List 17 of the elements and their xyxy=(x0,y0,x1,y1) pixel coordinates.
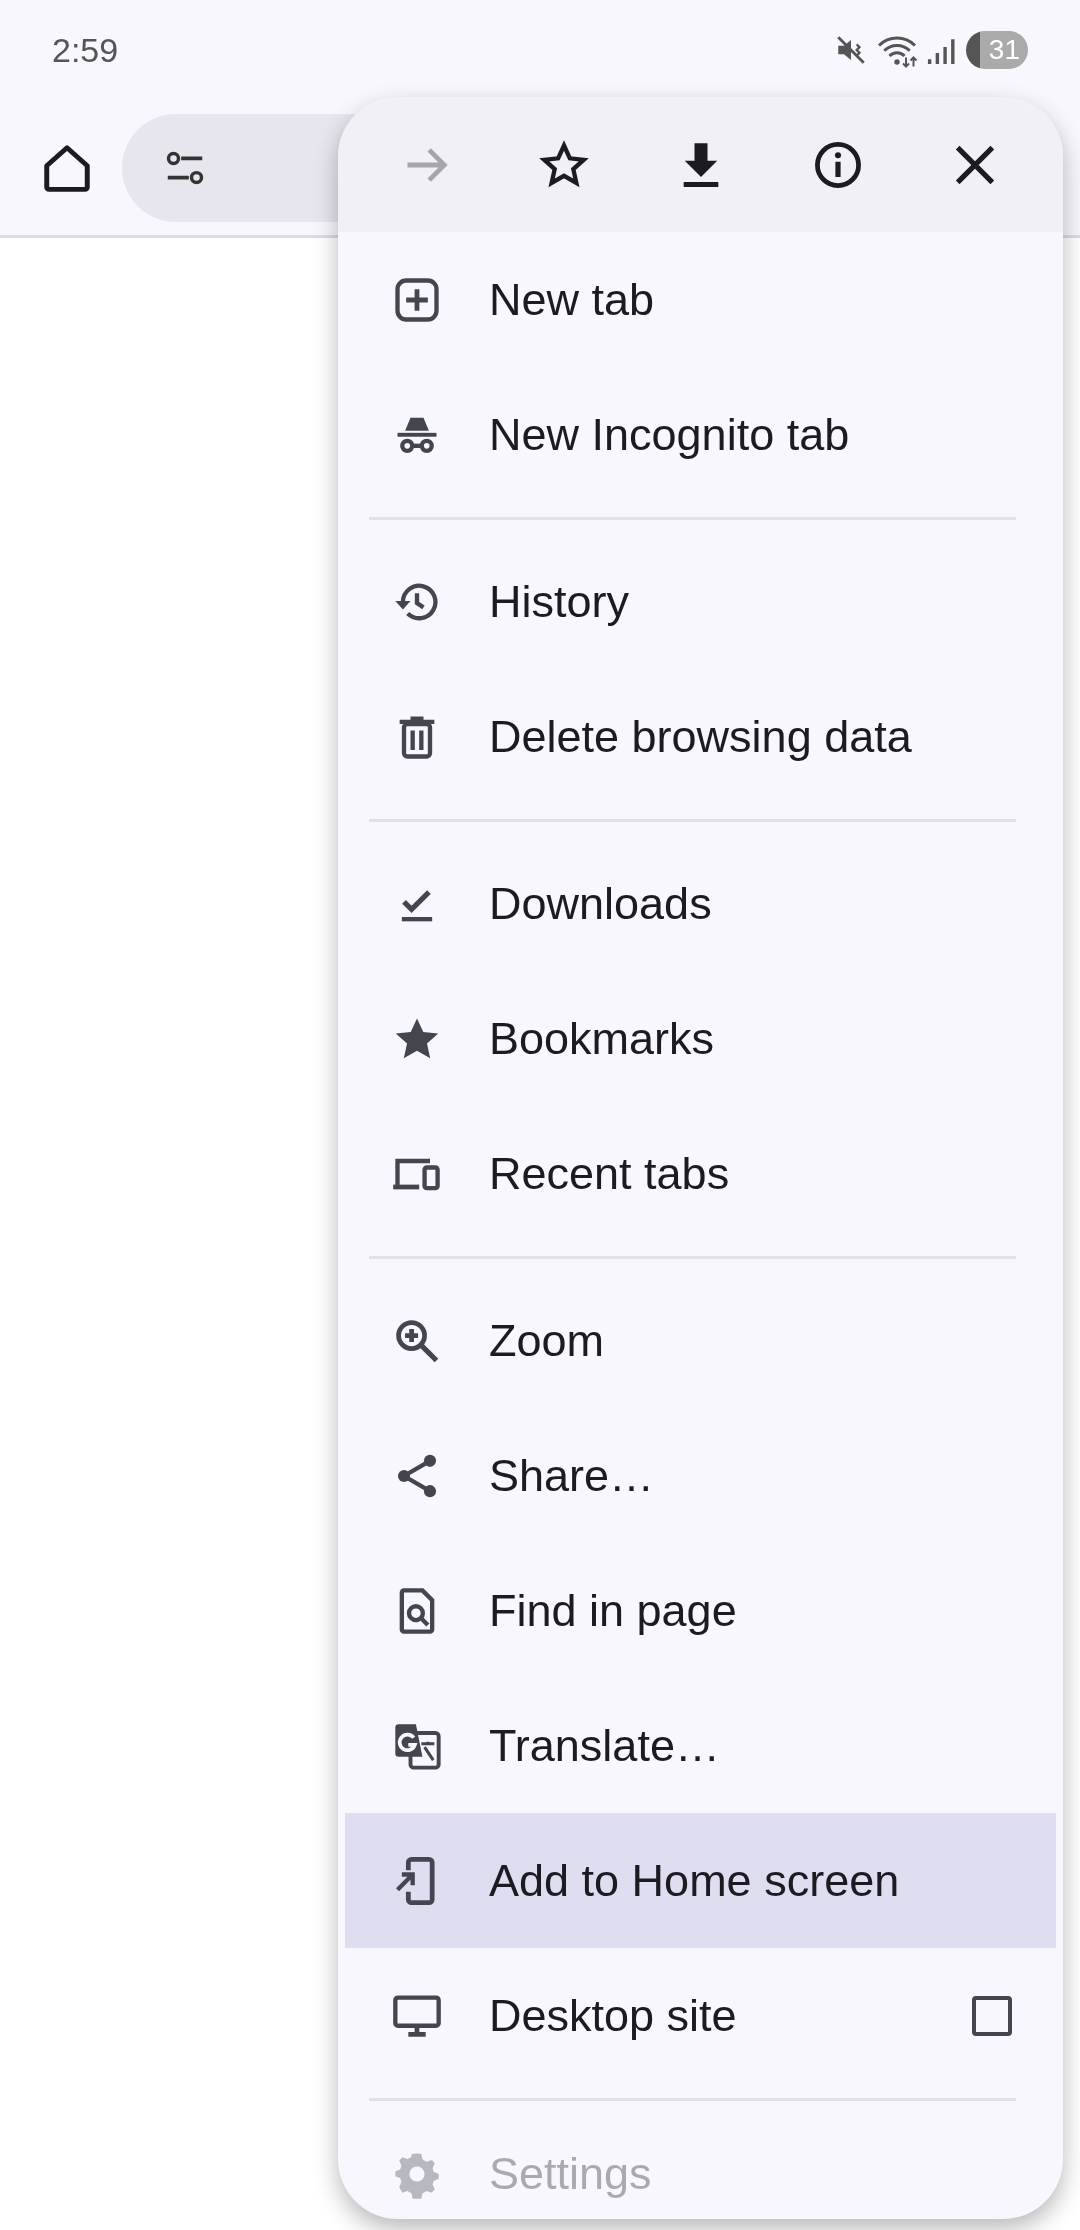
menu-item[interactable]: Recent tabs xyxy=(345,1106,1056,1241)
menu-item[interactable]: Delete browsing data xyxy=(345,669,1056,804)
menu-item[interactable]: Find in page xyxy=(345,1543,1056,1678)
menu-item[interactable]: History xyxy=(345,534,1056,669)
checkbox[interactable] xyxy=(972,1995,1012,2036)
mute-icon xyxy=(834,33,868,67)
menu-item[interactable]: Zoom xyxy=(345,1273,1056,1408)
menu-item[interactable]: Bookmarks xyxy=(345,971,1056,1106)
menu-item[interactable]: Desktop site xyxy=(345,1948,1056,2083)
clock-time: 2:59 xyxy=(52,30,119,70)
menu-item[interactable]: Share… xyxy=(345,1408,1056,1543)
menu-item[interactable]: Downloads xyxy=(345,836,1056,971)
menu-item[interactable]: New tab xyxy=(345,232,1056,367)
battery-level: 31 xyxy=(966,31,1028,69)
menu-item[interactable]: New Incognito tab xyxy=(345,367,1056,502)
menu-item[interactable]: Translate… xyxy=(345,1678,1056,1813)
menu-item[interactable]: Add to Home screen xyxy=(345,1813,1056,1948)
